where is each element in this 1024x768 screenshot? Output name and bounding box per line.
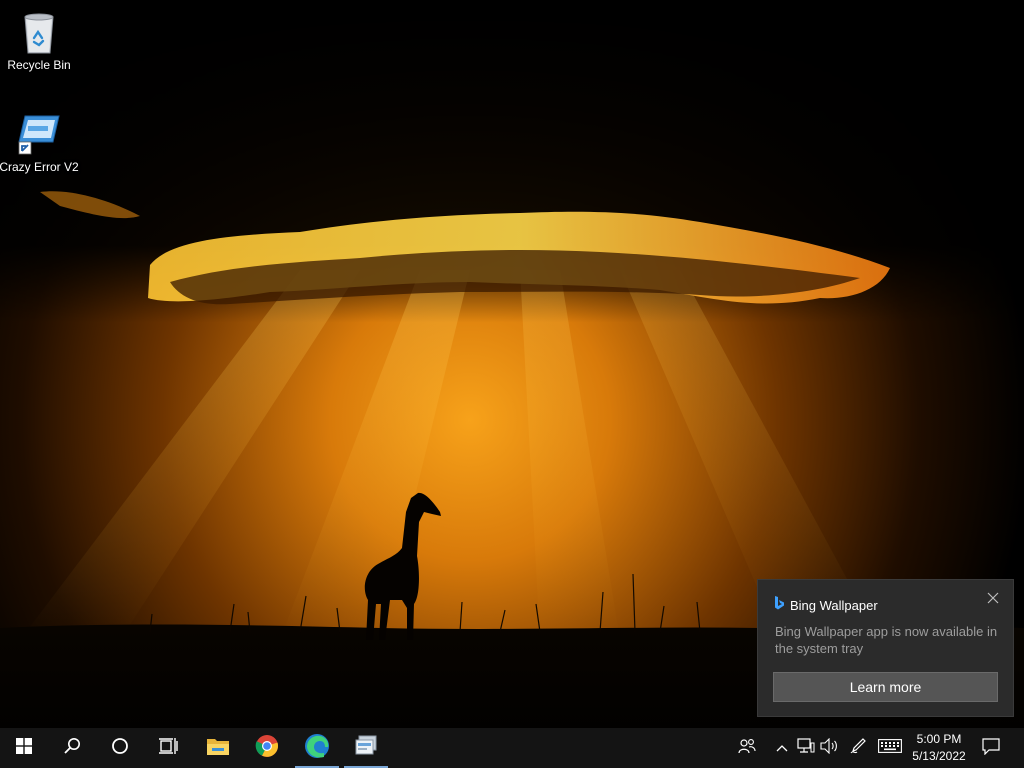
taskbar: 5:00 PM 5/13/2022: [0, 728, 1024, 768]
toast-message: Bing Wallpaper app is now available in t…: [775, 624, 998, 656]
bing-logo-icon: [774, 596, 785, 615]
cortana-icon: [111, 737, 129, 760]
crazy-error-label: Crazy Error V2: [0, 160, 79, 174]
search-button[interactable]: [48, 728, 96, 768]
task-view-button[interactable]: [144, 728, 192, 768]
recycle-bin-label: Recycle Bin: [7, 58, 71, 72]
clock-date: 5/13/2022: [912, 749, 966, 763]
toast-app-name: Bing Wallpaper: [790, 598, 878, 613]
notification-icon: [982, 737, 1000, 760]
edge-icon: [304, 733, 330, 764]
taskbar-clock[interactable]: 5:00 PM 5/13/2022: [902, 731, 976, 765]
notification-toast: Bing Wallpaper Bing Wallpaper app is now…: [757, 579, 1014, 717]
desktop-icon-recycle-bin[interactable]: Recycle Bin: [0, 8, 79, 72]
toast-header: Bing Wallpaper: [774, 596, 878, 615]
people-icon: [738, 738, 756, 759]
close-icon[interactable]: [985, 590, 1001, 606]
app-window-icon: [354, 735, 378, 762]
network-button[interactable]: [795, 728, 817, 768]
pen-workspace-button[interactable]: [846, 728, 870, 768]
network-icon: [797, 737, 815, 759]
pen-icon: [849, 737, 867, 760]
volume-icon: [820, 737, 840, 759]
search-icon: [63, 737, 81, 760]
app-shortcut-icon: [15, 110, 63, 158]
show-hidden-icons-button[interactable]: [772, 728, 792, 768]
action-center-button[interactable]: [978, 728, 1004, 768]
running-app-button[interactable]: [342, 728, 390, 768]
file-explorer-button[interactable]: [194, 728, 242, 768]
touch-keyboard-button[interactable]: [876, 728, 904, 768]
people-button[interactable]: [734, 728, 760, 768]
chrome-icon: [255, 734, 279, 763]
clock-time: 5:00 PM: [916, 732, 962, 746]
recycle-bin-icon: [15, 8, 63, 56]
windows-start-icon: [16, 737, 32, 759]
start-button[interactable]: [0, 728, 48, 768]
desktop-icon-crazy-error[interactable]: Crazy Error V2: [0, 110, 79, 174]
edge-button[interactable]: [293, 728, 341, 768]
chrome-button[interactable]: [243, 728, 291, 768]
keyboard-icon: [878, 738, 902, 758]
chevron-up-icon: [776, 739, 788, 757]
cortana-button[interactable]: [96, 728, 144, 768]
volume-button[interactable]: [818, 728, 842, 768]
task-view-icon: [158, 737, 178, 760]
file-explorer-icon: [206, 736, 230, 761]
learn-more-button[interactable]: Learn more: [773, 672, 998, 702]
